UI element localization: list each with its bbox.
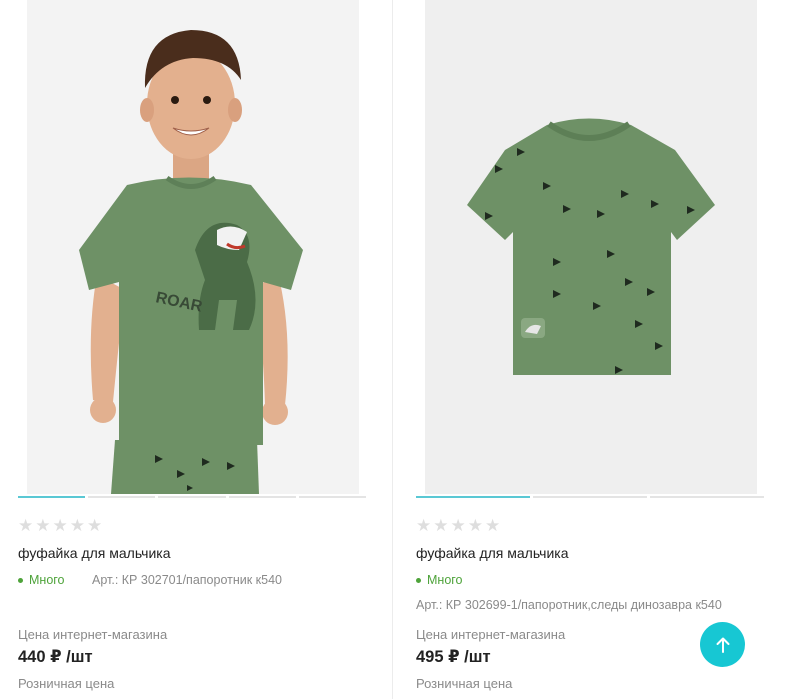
- product-photo[interactable]: [425, 0, 757, 494]
- stock-dot-icon: [18, 578, 23, 584]
- stock-status: Много: [416, 573, 463, 587]
- gallery-indicator[interactable]: [416, 496, 764, 498]
- stock-status: Много: [18, 573, 65, 587]
- gallery-dot[interactable]: [158, 496, 226, 498]
- retail-price-label: Розничная цена: [416, 676, 513, 691]
- product-photo[interactable]: ROAR: [27, 0, 359, 494]
- article-number: Арт.: КР 302701/папоротник к540: [92, 573, 282, 587]
- gallery-indicator[interactable]: [18, 496, 367, 498]
- tshirt-dino-tracks-image: [425, 0, 757, 494]
- boy-in-dinosaur-shirt-image: ROAR: [27, 0, 359, 494]
- gallery-dot[interactable]: [88, 496, 156, 498]
- online-price: 495 ₽ /шт: [416, 648, 491, 666]
- arrow-up-icon: [716, 637, 729, 653]
- article-number: Арт.: КР 302699-1/папоротник,следы диноз…: [416, 598, 722, 612]
- online-price-label: Цена интернет-магазина: [416, 627, 566, 642]
- rating-stars[interactable]: ★★★★★: [416, 517, 502, 535]
- retail-price-label: Розничная цена: [18, 676, 115, 691]
- gallery-dot[interactable]: [533, 496, 647, 498]
- scroll-to-top-button[interactable]: [700, 622, 745, 667]
- rating-stars[interactable]: ★★★★★: [18, 517, 104, 535]
- stock-label: Много: [427, 573, 463, 587]
- gallery-dot-active[interactable]: [416, 496, 530, 498]
- stock-dot-icon: [416, 578, 421, 584]
- gallery-dot[interactable]: [298, 496, 367, 498]
- online-price: 440 ₽ /шт: [18, 648, 93, 666]
- gallery-dot[interactable]: [228, 496, 296, 498]
- online-price-label: Цена интернет-магазина: [18, 627, 168, 642]
- column-divider: [392, 0, 393, 699]
- stock-label: Много: [29, 573, 65, 587]
- product-title[interactable]: фуфайка для мальчика: [416, 545, 569, 561]
- product-card[interactable]: ★★★★★ фуфайка для мальчика Много Арт.: К…: [408, 0, 784, 699]
- product-title[interactable]: фуфайка для мальчика: [18, 545, 171, 561]
- gallery-dot[interactable]: [650, 496, 764, 498]
- product-card[interactable]: ROAR ★★★★★ фуфайка для мальчика Много Ар…: [10, 0, 386, 699]
- gallery-dot-active[interactable]: [18, 496, 86, 498]
